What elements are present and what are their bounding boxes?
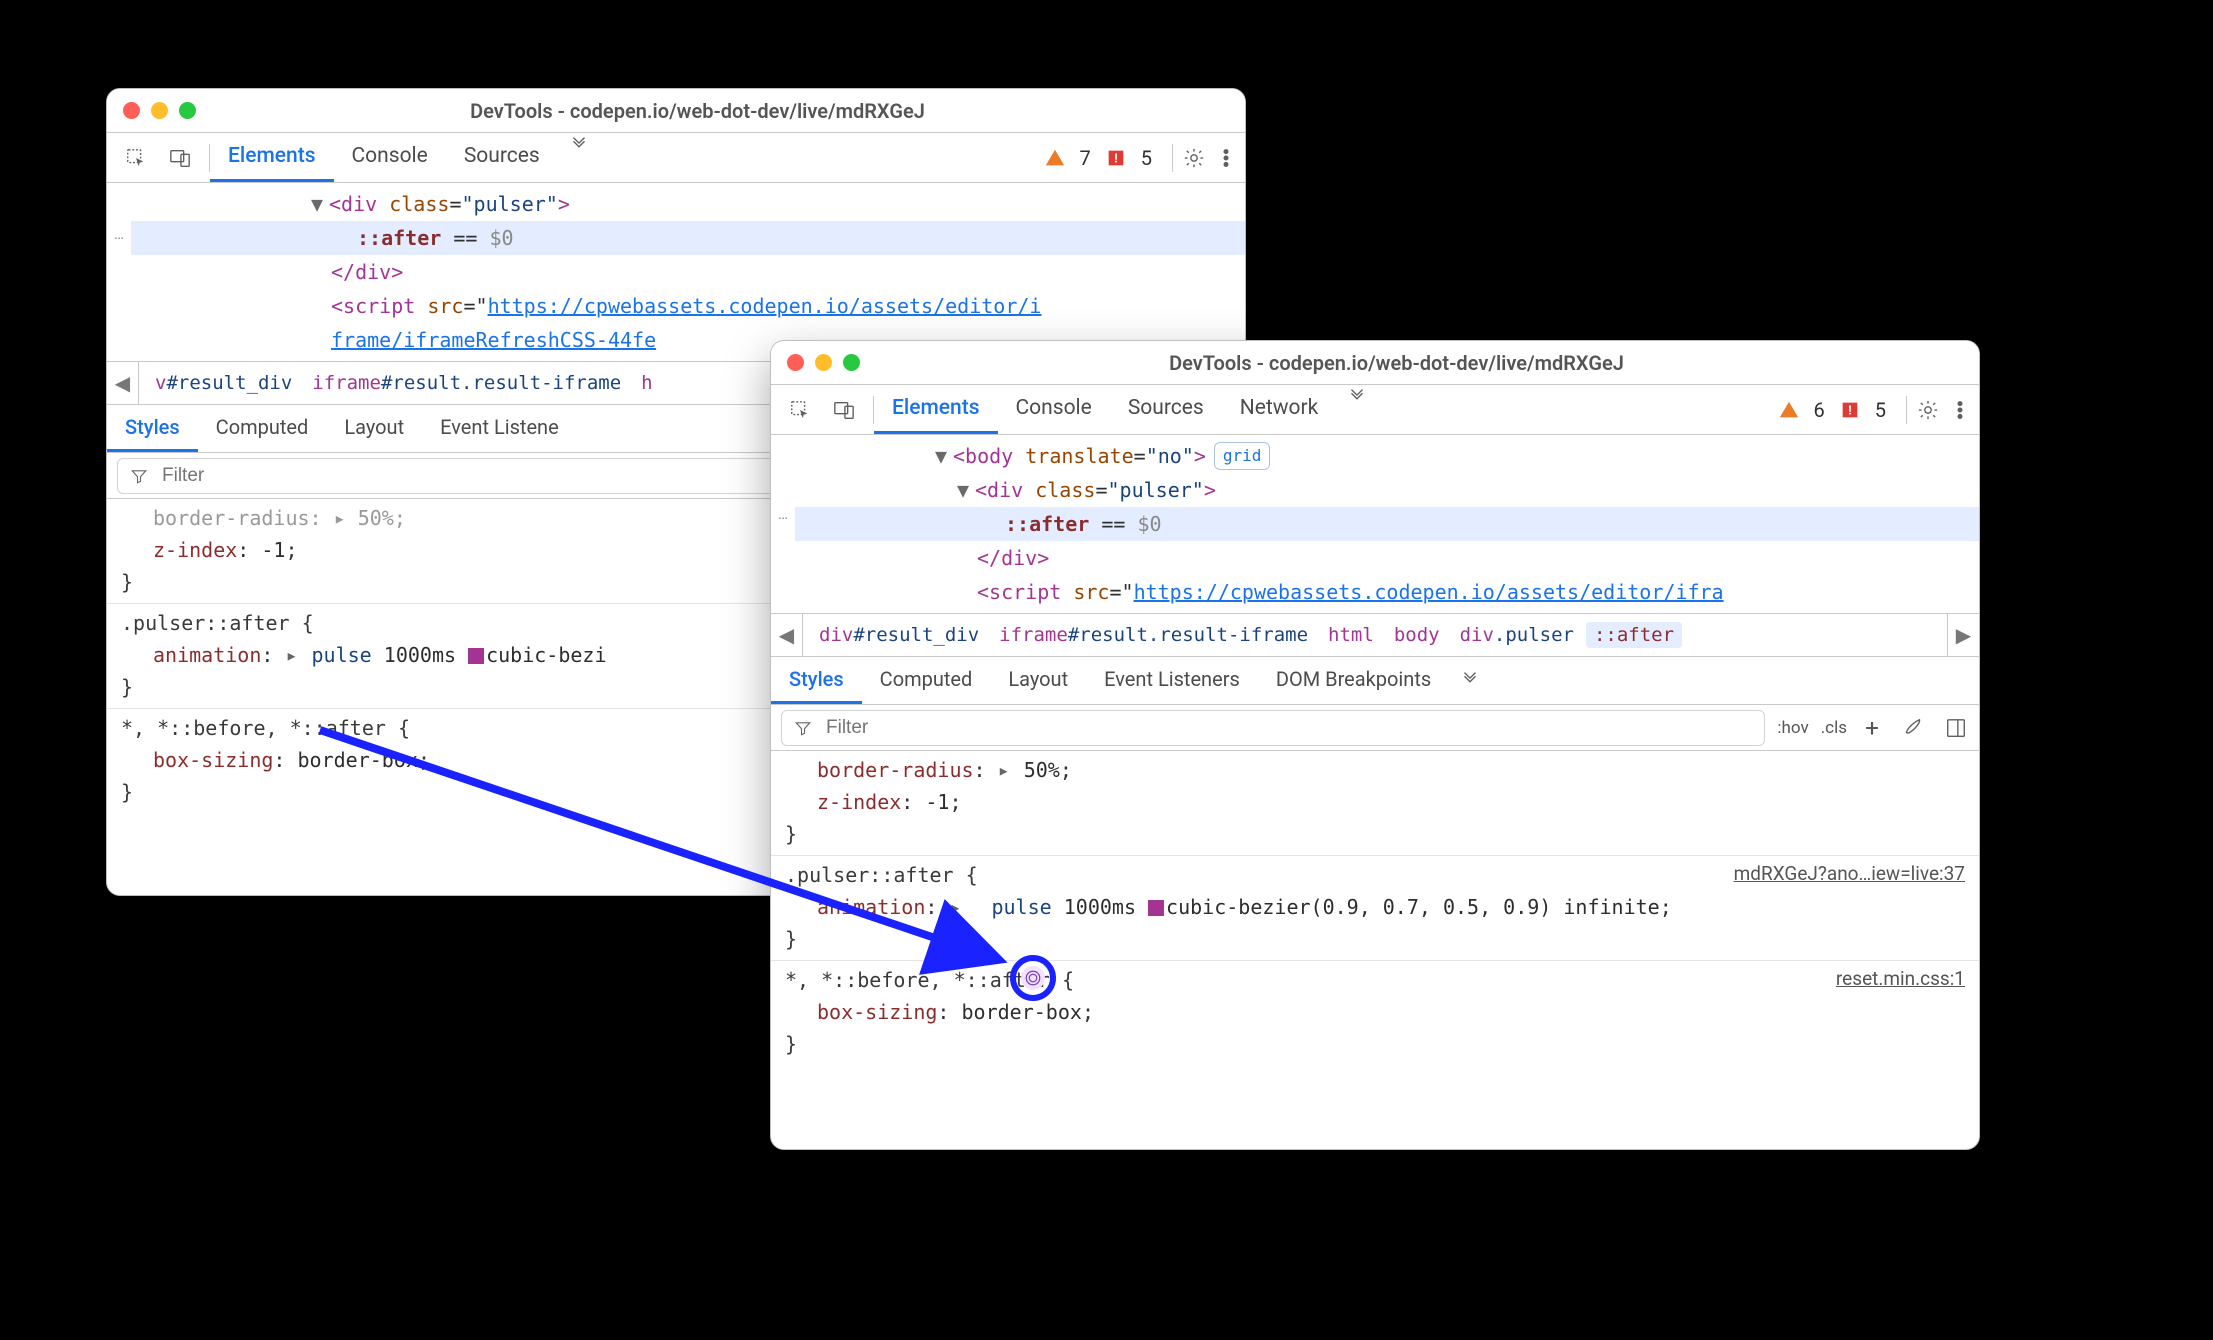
svg-text:!: ! <box>1114 151 1117 166</box>
filter-funnel-icon <box>130 467 148 485</box>
hov-toggle[interactable]: :hov <box>1777 718 1808 738</box>
script-src-link[interactable]: https://cpwebassets.codepen.io/assets/ed… <box>488 294 1042 318</box>
sub-tab-layout[interactable]: Layout <box>990 657 1086 704</box>
main-toolbar: Elements Console Sources 7 ! 5 <box>107 133 1245 183</box>
styles-panel[interactable]: border-radius: ▸ 50%; z-index: -1; } mdR… <box>771 751 1979 1065</box>
animation-editor-icon[interactable] <box>1021 966 1045 990</box>
titlebar: DevTools - codepen.io/web-dot-dev/live/m… <box>107 89 1245 133</box>
breadcrumb-item-active[interactable]: ::after <box>1586 622 1682 648</box>
window-title: DevTools - codepen.io/web-dot-dev/live/m… <box>830 351 1963 375</box>
dom-ellipsis-gutter: … <box>771 435 795 613</box>
close-window-icon[interactable] <box>123 102 140 119</box>
filter-input[interactable] <box>824 716 1752 740</box>
script-src-link[interactable]: https://cpwebassets.codepen.io/assets/ed… <box>1134 580 1724 604</box>
issue-counters[interactable]: 6 ! 5 <box>1766 398 1899 422</box>
kebab-menu-icon[interactable] <box>1947 397 1973 423</box>
tab-elements[interactable]: Elements <box>210 133 334 182</box>
new-style-rule-icon[interactable]: + <box>1859 715 1885 741</box>
inspect-element-icon[interactable] <box>787 397 813 423</box>
svg-text:!: ! <box>1848 403 1851 418</box>
breadcrumb-item[interactable]: h <box>633 370 660 396</box>
expand-triangle-icon[interactable]: ▼ <box>311 188 325 220</box>
tab-console[interactable]: Console <box>334 133 446 182</box>
expand-triangle-icon[interactable]: ▼ <box>935 440 949 472</box>
styles-filter-row: :hov .cls + <box>771 705 1979 751</box>
source-link[interactable]: mdRXGeJ?ano…iew=live:37 <box>1734 859 1965 889</box>
styles-filter-input[interactable] <box>781 710 1765 746</box>
breadcrumb-item[interactable]: iframe#result.result-iframe <box>304 370 629 396</box>
breadcrumb-bar: ◀ div#result_div iframe#result.result-if… <box>771 613 1979 657</box>
sub-tab-event-listeners[interactable]: Event Listene <box>422 405 577 452</box>
grid-badge[interactable]: grid <box>1214 442 1271 470</box>
error-square-icon: ! <box>1839 399 1861 421</box>
breadcrumb-item[interactable]: body <box>1386 622 1448 648</box>
error-count: 5 <box>1875 398 1886 422</box>
source-link[interactable]: reset.min.css:1 <box>1836 964 1965 994</box>
settings-gear-icon[interactable] <box>1915 397 1941 423</box>
more-sub-tabs-icon[interactable] <box>1449 668 1491 694</box>
device-toolbar-icon[interactable] <box>167 145 193 171</box>
warning-triangle-icon <box>1044 147 1066 169</box>
cls-toggle[interactable]: .cls <box>1821 718 1847 738</box>
more-tabs-icon[interactable] <box>1336 385 1378 434</box>
breadcrumb-item[interactable]: html <box>1320 622 1382 648</box>
breadcrumb-prev-icon[interactable]: ◀ <box>107 362 139 404</box>
titlebar: DevTools - codepen.io/web-dot-dev/live/m… <box>771 341 1979 385</box>
more-tabs-icon[interactable] <box>558 133 600 182</box>
breadcrumb-item[interactable]: iframe#result.result-iframe <box>991 622 1316 648</box>
sub-tab-dom-breakpoints[interactable]: DOM Breakpoints <box>1258 657 1449 704</box>
devtools-window-front: DevTools - codepen.io/web-dot-dev/live/m… <box>770 340 1980 1150</box>
pseudo-element[interactable]: ::after <box>1005 512 1089 536</box>
sub-tab-computed[interactable]: Computed <box>198 405 327 452</box>
dom-tree[interactable]: ▼<div class="pulser"> ::after == $0 </di… <box>131 183 1245 361</box>
tab-sources[interactable]: Sources <box>1110 385 1222 434</box>
breadcrumb-item[interactable]: div#result_div <box>811 622 987 648</box>
sub-tab-styles[interactable]: Styles <box>771 657 862 704</box>
tab-network[interactable]: Network <box>1222 385 1337 434</box>
expand-triangle-icon[interactable]: ▼ <box>957 474 971 506</box>
device-toolbar-icon[interactable] <box>831 397 857 423</box>
issue-counters[interactable]: 7 ! 5 <box>1032 146 1165 170</box>
sub-tab-computed[interactable]: Computed <box>862 657 991 704</box>
settings-gear-icon[interactable] <box>1181 145 1207 171</box>
warning-triangle-icon <box>1778 399 1800 421</box>
paint-brush-icon[interactable] <box>1901 715 1927 741</box>
pseudo-element[interactable]: ::after <box>357 226 441 250</box>
breadcrumb-prev-icon[interactable]: ◀ <box>771 614 803 656</box>
tab-elements[interactable]: Elements <box>874 385 998 434</box>
kebab-menu-icon[interactable] <box>1213 145 1239 171</box>
script-src-link-cont[interactable]: frame/iframeRefreshCSS-44fe <box>331 328 656 352</box>
filter-funnel-icon <box>794 719 812 737</box>
main-toolbar: Elements Console Sources Network 6 ! 5 <box>771 385 1979 435</box>
sub-tab-event-listeners[interactable]: Event Listeners <box>1086 657 1258 704</box>
error-square-icon: ! <box>1105 147 1127 169</box>
sub-tab-layout[interactable]: Layout <box>326 405 422 452</box>
warning-count: 7 <box>1080 146 1091 170</box>
sub-tab-styles[interactable]: Styles <box>107 405 198 452</box>
styles-sub-tabs: Styles Computed Layout Event Listeners D… <box>771 657 1979 705</box>
warning-count: 6 <box>1814 398 1825 422</box>
breadcrumb-next-icon[interactable]: ▶ <box>1947 614 1979 656</box>
computed-sidebar-icon[interactable] <box>1943 715 1969 741</box>
window-title: DevTools - codepen.io/web-dot-dev/live/m… <box>166 99 1229 123</box>
dom-ellipsis-gutter: … <box>107 183 131 361</box>
inspect-element-icon[interactable] <box>123 145 149 171</box>
dom-tree[interactable]: ▼<body translate="no">grid ▼<div class="… <box>795 435 1979 613</box>
error-count: 5 <box>1141 146 1152 170</box>
close-window-icon[interactable] <box>787 354 804 371</box>
breadcrumb-item[interactable]: v#result_div <box>147 370 300 396</box>
breadcrumb-item[interactable]: div.pulser <box>1452 622 1582 648</box>
tab-console[interactable]: Console <box>998 385 1110 434</box>
tab-sources[interactable]: Sources <box>446 133 558 182</box>
